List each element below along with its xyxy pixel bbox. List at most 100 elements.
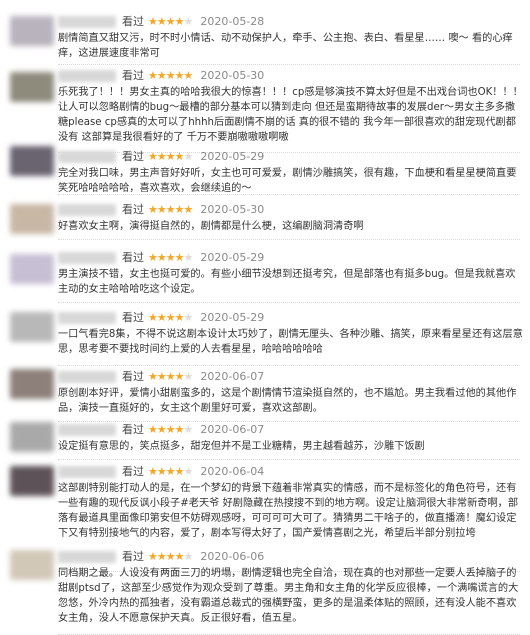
watched-status: 看过 bbox=[122, 550, 144, 563]
watched-status: 看过 bbox=[122, 69, 144, 82]
review-item: 看过 ★★★★★ 2020-05-28 剧情简直又甜又污，时不时小情话、动不动保护人，… bbox=[0, 12, 530, 65]
review-item: 看过 ★★★★★ 2020-05-30 好喜欢女主啊，演得挺自然的，剧情都是什么梗，这… bbox=[0, 200, 530, 240]
avatar[interactable] bbox=[10, 72, 54, 102]
review-item: 看过 ★★★★★ 2020-05-30 乐死我了！！！男女主真的哈哈我很大的惊喜！！！… bbox=[0, 66, 530, 153]
star-icon: ★ bbox=[156, 251, 167, 264]
star-icon: ★ bbox=[165, 550, 176, 563]
review-item: 看过 ★★★★★ 2020-05-29 一口气看完8集，不得不说这剧本设计太巧妙了，剧… bbox=[0, 308, 530, 366]
divider bbox=[58, 459, 520, 460]
star-icon: ★ bbox=[174, 550, 185, 563]
star-icon: ★ bbox=[174, 423, 185, 436]
avatar[interactable] bbox=[10, 16, 54, 46]
star-icon: ★ bbox=[183, 311, 194, 324]
username-link[interactable] bbox=[58, 204, 116, 216]
star-icon: ★ bbox=[148, 423, 158, 436]
star-icon: ★ bbox=[183, 15, 194, 28]
rating-stars: ★★★★★ bbox=[148, 203, 193, 216]
username-link[interactable] bbox=[58, 70, 116, 82]
review-text: 原创剧本好评，爱情小甜剧蛮多的，这是个剧情情节渲染挺自然的，也不尴尬。男主我看过… bbox=[58, 388, 517, 414]
rating-stars: ★★★★★ bbox=[148, 465, 194, 478]
star-icon: ★ bbox=[183, 465, 194, 478]
star-icon: ★ bbox=[174, 251, 185, 264]
star-icon: ★ bbox=[156, 203, 167, 216]
watched-status: 看过 bbox=[122, 251, 144, 264]
divider bbox=[58, 194, 520, 195]
watched-status: 看过 bbox=[122, 423, 144, 436]
review-item: 看过 ★★★★★ 2020-06-06 同档期之最。人设没有两面三刀的坍塌，剧情逻辑也… bbox=[0, 547, 530, 635]
star-icon: ★ bbox=[183, 550, 194, 563]
star-icon: ★ bbox=[156, 370, 167, 383]
star-icon: ★ bbox=[148, 370, 158, 383]
username-link[interactable] bbox=[58, 466, 116, 478]
username-link[interactable] bbox=[58, 371, 116, 383]
review-item: 看过 ★★★★★ 2020-06-07 设定挺有意思的，笑点挺多，甜宠但并不是工业糖精… bbox=[0, 420, 530, 460]
avatar[interactable] bbox=[10, 550, 54, 580]
star-icon: ★ bbox=[165, 370, 176, 383]
review-item: 看过 ★★★★★ 2020-05-29 男主演技不错，女主也挺可爱的。有些小细节没想到… bbox=[0, 248, 530, 303]
star-icon: ★ bbox=[165, 203, 176, 216]
star-icon: ★ bbox=[174, 311, 185, 324]
avatar[interactable] bbox=[10, 422, 54, 452]
star-icon: ★ bbox=[148, 311, 158, 324]
star-icon: ★ bbox=[148, 69, 158, 82]
star-icon: ★ bbox=[174, 15, 185, 28]
star-icon: ★ bbox=[174, 203, 185, 216]
review-date: 2020-05-29 bbox=[200, 150, 265, 163]
star-icon: ★ bbox=[156, 311, 167, 324]
watched-status: 看过 bbox=[122, 150, 144, 163]
review-date: 2020-05-30 bbox=[200, 69, 265, 82]
rating-stars: ★★★★★ bbox=[148, 69, 193, 82]
watched-status: 看过 bbox=[122, 465, 144, 478]
review-text: 好喜欢女主啊，演得挺自然的，剧情都是什么梗，这编剧脑洞清奇啊 bbox=[58, 221, 364, 232]
username-link[interactable] bbox=[58, 16, 116, 28]
watched-status: 看过 bbox=[122, 311, 144, 324]
review-text: 设定挺有意思的，笑点挺多，甜宠但并不是工业糖精，男主越看越苏，沙雕下饭剧 bbox=[58, 441, 425, 452]
star-icon: ★ bbox=[156, 15, 167, 28]
star-icon: ★ bbox=[156, 69, 167, 82]
review-date: 2020-05-29 bbox=[200, 311, 265, 324]
star-icon: ★ bbox=[174, 465, 185, 478]
review-date: 2020-06-06 bbox=[200, 550, 265, 563]
avatar[interactable] bbox=[10, 466, 54, 496]
rating-stars: ★★★★★ bbox=[148, 15, 194, 28]
review-text: 男主演技不错，女主也挺可爱的。有些小细节没想到还挺考究，但是部落也有挺多bug。… bbox=[58, 269, 516, 295]
username-link[interactable] bbox=[58, 551, 116, 563]
star-icon: ★ bbox=[174, 69, 185, 82]
review-text: 乐死我了！！！男女主真的哈哈我很大的惊喜！！！cp感是够演技不算太好但是不出戏台… bbox=[58, 87, 523, 143]
avatar[interactable] bbox=[10, 204, 54, 234]
star-icon: ★ bbox=[156, 150, 167, 163]
rating-stars: ★★★★★ bbox=[148, 311, 194, 324]
star-icon: ★ bbox=[165, 465, 176, 478]
star-icon: ★ bbox=[148, 203, 158, 216]
star-icon: ★ bbox=[148, 251, 158, 264]
review-date: 2020-06-07 bbox=[200, 370, 265, 383]
review-date: 2020-05-30 bbox=[200, 203, 265, 216]
star-icon: ★ bbox=[183, 423, 194, 436]
review-date: 2020-06-07 bbox=[200, 423, 265, 436]
rating-stars: ★★★★★ bbox=[148, 251, 193, 264]
divider bbox=[58, 302, 520, 303]
avatar[interactable] bbox=[10, 146, 54, 176]
review-date: 2020-06-04 bbox=[200, 465, 265, 478]
star-icon: ★ bbox=[174, 370, 185, 383]
username-link[interactable] bbox=[58, 312, 116, 324]
watched-status: 看过 bbox=[122, 15, 144, 28]
username-link[interactable] bbox=[58, 252, 116, 264]
star-icon: ★ bbox=[165, 69, 176, 82]
review-item: 看过 ★★★★★ 2020-06-07 原创剧本好评，爱情小甜剧蛮多的，这是个剧情情节… bbox=[0, 367, 530, 422]
avatar[interactable] bbox=[10, 369, 54, 399]
avatar[interactable] bbox=[10, 254, 54, 284]
review-text: 剧情简直又甜又污，时不时小情话、动不动保护人，牵手、公主抱、表白、看星星…… 噢… bbox=[58, 33, 513, 59]
star-icon: ★ bbox=[165, 311, 176, 324]
star-icon: ★ bbox=[165, 150, 176, 163]
avatar[interactable] bbox=[10, 312, 54, 342]
review-item: 看过 ★★★★★ 2020-05-29 完全对我口味，男主声音好好听，女主也可可爱爱，… bbox=[0, 146, 530, 195]
star-icon: ★ bbox=[156, 465, 167, 478]
username-link[interactable] bbox=[58, 424, 116, 436]
star-icon: ★ bbox=[148, 15, 158, 28]
username-link[interactable] bbox=[58, 151, 116, 163]
divider bbox=[58, 64, 520, 65]
star-icon: ★ bbox=[148, 550, 158, 563]
review-text: 一口气看完8集，不得不说这剧本设计太巧妙了，剧情无厘头、各种沙雕、搞笑，原来看星… bbox=[58, 329, 523, 355]
watched-status: 看过 bbox=[122, 203, 144, 216]
